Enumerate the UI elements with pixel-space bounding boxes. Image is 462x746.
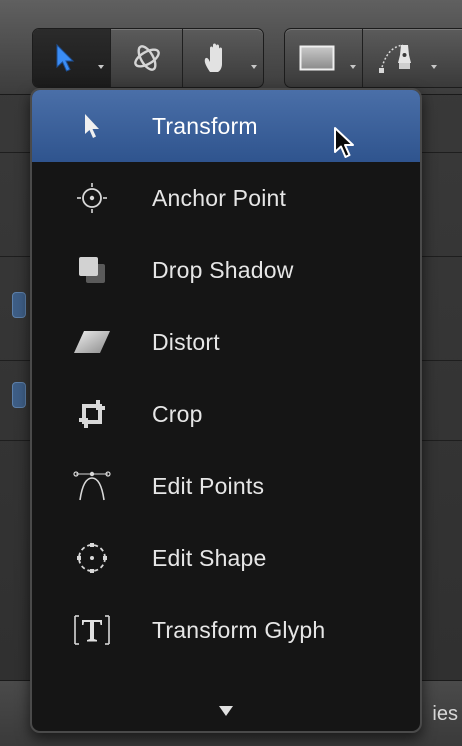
select-arrow-icon (56, 43, 74, 72)
panel-toggle[interactable] (12, 382, 26, 408)
transform-glyph-icon (74, 615, 110, 645)
menu-item-drop-shadow[interactable]: Drop Shadow (32, 234, 420, 306)
mouse-pointer-icon (334, 127, 354, 158)
crop-icon (79, 400, 105, 428)
edit-points-icon (73, 471, 111, 501)
shape-tool-group (284, 28, 462, 88)
menu-item-crop[interactable]: Crop (32, 378, 420, 450)
tool-dropdown-menu: Transform Anchor Point Drop Shadow Disto… (30, 88, 422, 733)
menu-item-distort[interactable]: Distort (32, 306, 420, 378)
rectangle-tool-button[interactable] (285, 29, 363, 87)
chevron-down-icon[interactable] (431, 65, 437, 69)
distort-icon (74, 331, 110, 353)
menu-item-label: Transform (152, 112, 258, 139)
anchor-point-icon (77, 183, 107, 213)
menu-item-edit-points[interactable]: Edit Points (32, 450, 420, 522)
3d-transform-tool-button[interactable] (111, 29, 183, 87)
menu-item-edit-shape[interactable]: Edit Shape (32, 522, 420, 594)
menu-item-label: Drop Shadow (152, 256, 294, 283)
canvas: ies Transform Anchor Point Drop Shadow D… (0, 0, 462, 746)
menu-item-transform-glyph[interactable]: Transform Glyph (32, 594, 420, 666)
menu-item-label: Edit Points (152, 472, 265, 499)
menu-item-label: Distort (152, 328, 220, 355)
menu-item-label: Transform Glyph (152, 616, 326, 643)
scroll-down-arrow-icon (219, 706, 233, 716)
hand-icon (204, 43, 222, 72)
rectangle-icon (299, 45, 334, 71)
menu-item-label: Edit Shape (152, 544, 267, 571)
arrow-cursor-icon (85, 114, 99, 138)
chevron-down-icon[interactable] (98, 65, 104, 69)
menu-item-label: Crop (152, 400, 203, 427)
edit-shape-icon (77, 543, 107, 573)
bezier-tool-button[interactable] (363, 29, 443, 87)
pan-tool-button[interactable] (183, 29, 263, 87)
3d-orbit-icon (133, 45, 160, 71)
menu-item-anchor-point[interactable]: Anchor Point (32, 162, 420, 234)
pen-icon (379, 44, 411, 73)
selection-tool-group (32, 28, 264, 88)
menu-scroll-down[interactable] (32, 705, 420, 717)
chevron-down-icon[interactable] (251, 65, 257, 69)
menu-item-transform[interactable]: Transform (32, 90, 420, 162)
chevron-down-icon[interactable] (350, 65, 356, 69)
panel-toggle[interactable] (12, 292, 26, 318)
drop-shadow-icon (79, 257, 105, 283)
select-tool-button[interactable] (33, 29, 111, 87)
bottom-label: ies (432, 703, 458, 725)
menu-item-label: Anchor Point (152, 184, 287, 211)
